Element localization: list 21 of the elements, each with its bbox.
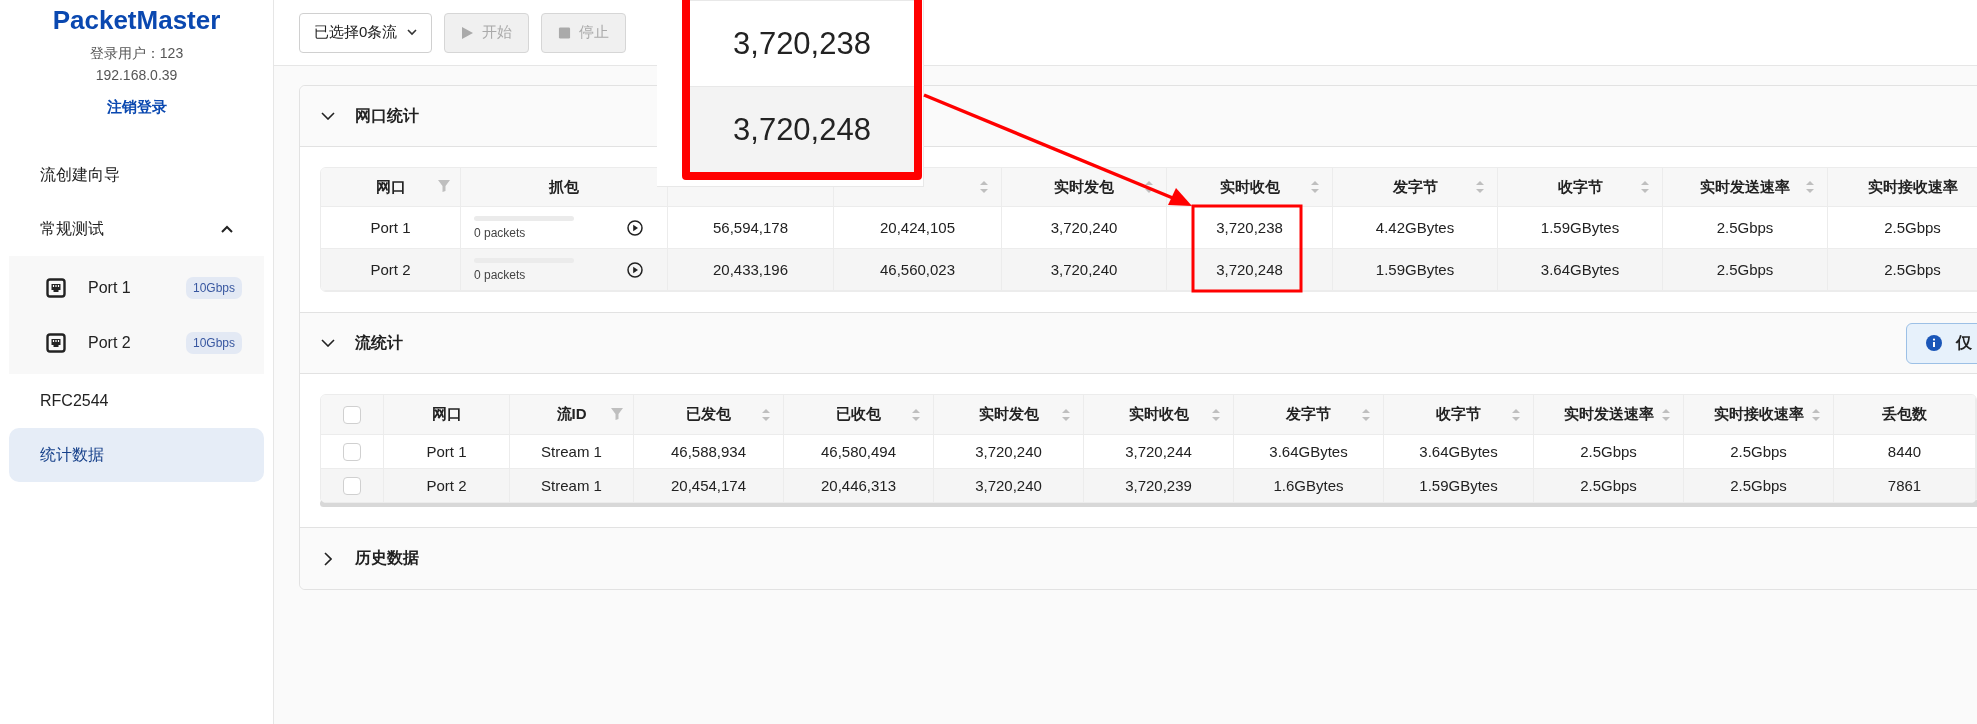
packet-count: 0 packets: [474, 267, 527, 282]
table-cell: 2.5Gbps: [1828, 249, 1977, 291]
ip-address: 192.168.0.39: [95, 66, 178, 85]
table-cell: Port 2: [321, 249, 461, 291]
info-notice: 仅: [1906, 322, 1977, 364]
table-cell: 46,560,023: [834, 249, 1002, 291]
table-cell: 3,720,240: [1002, 249, 1167, 291]
magnified-cell: 3,720,248: [690, 86, 914, 172]
table-cell: 3,720,248: [1167, 249, 1333, 291]
table-cell: 1.59GBytes: [1333, 249, 1498, 291]
app-logo: PacketMaster: [52, 4, 221, 36]
table-cell: 3.64GBytes: [1498, 249, 1663, 291]
table-cell: 20,433,196: [668, 249, 834, 291]
speed-badge: 10Gbps: [185, 276, 242, 299]
section-title: 历史数据: [355, 548, 419, 568]
section-title: 流统计: [355, 332, 403, 353]
speed-badge: 10Gbps: [185, 331, 242, 354]
section-title: 网口统计: [355, 105, 419, 126]
table-cell: 2.5Gbps: [1663, 249, 1828, 291]
packet-count: 0 packets: [474, 225, 527, 240]
user-label: 登录用户：123: [89, 44, 184, 63]
